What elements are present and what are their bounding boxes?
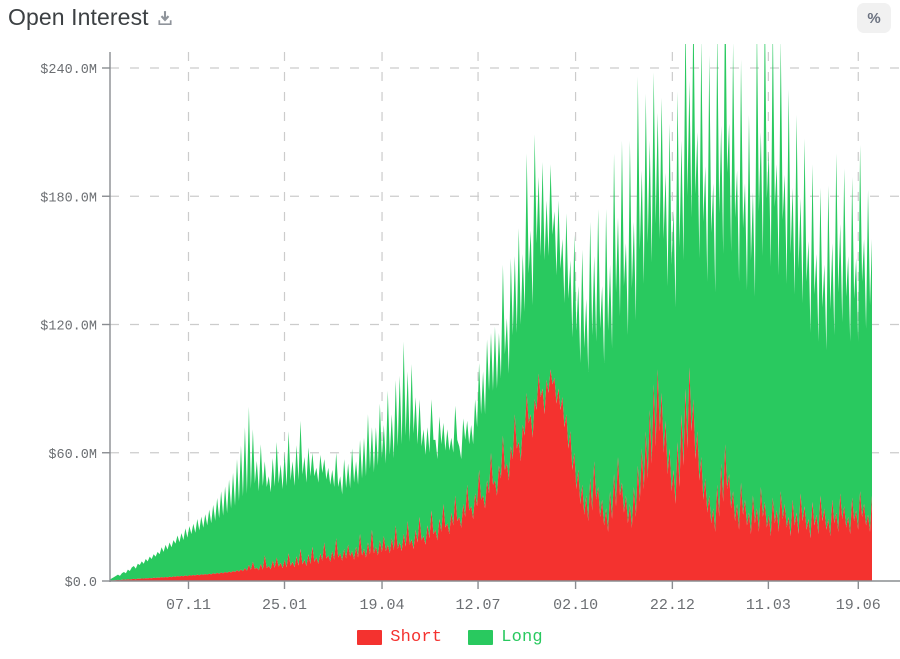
stacked-area-chart: $0.0 $60.0M $120.0M $180.0M $240.0M 07.11 25.0… <box>40 44 900 614</box>
legend-label-short: Short <box>390 627 443 647</box>
x-tick-label: 22.12 <box>650 597 695 614</box>
y-tick-label: $60.0M <box>48 448 97 463</box>
page-title: Open Interest <box>8 4 149 30</box>
chart-header: Open Interest % <box>0 0 900 44</box>
x-tick-label: 19.04 <box>360 597 405 614</box>
legend-label-long: Long <box>501 627 543 647</box>
legend-swatch-long <box>468 629 494 645</box>
x-tick-label: 11.03 <box>746 597 791 614</box>
open-interest-chart-widget: Open Interest % $0.0 $60.0M $120.0M $180.0M… <box>0 0 900 659</box>
title-group: Open Interest <box>8 2 175 32</box>
percent-toggle-button[interactable]: % <box>857 3 891 33</box>
y-tick-label: $120.0M <box>40 320 97 335</box>
x-tick-label: 12.07 <box>456 597 501 614</box>
download-icon[interactable] <box>155 9 175 29</box>
y-tick-label: $240.0M <box>40 63 97 78</box>
legend-item-short[interactable]: Short <box>357 628 442 647</box>
legend-item-long[interactable]: Long <box>468 628 543 647</box>
chart-plot-area[interactable]: $0.0 $60.0M $120.0M $180.0M $240.0M 07.11 25.0… <box>0 44 900 614</box>
y-tick-label: $0.0 <box>65 576 97 591</box>
x-tick-label: 25.01 <box>262 597 307 614</box>
legend-swatch-short <box>357 629 383 645</box>
y-tick-label: $180.0M <box>40 191 97 206</box>
chart-legend: Short Long <box>0 622 900 652</box>
x-tick-label: 07.11 <box>166 597 211 614</box>
x-tick-label: 02.10 <box>553 597 598 614</box>
x-tick-label: 19.06 <box>836 597 881 614</box>
